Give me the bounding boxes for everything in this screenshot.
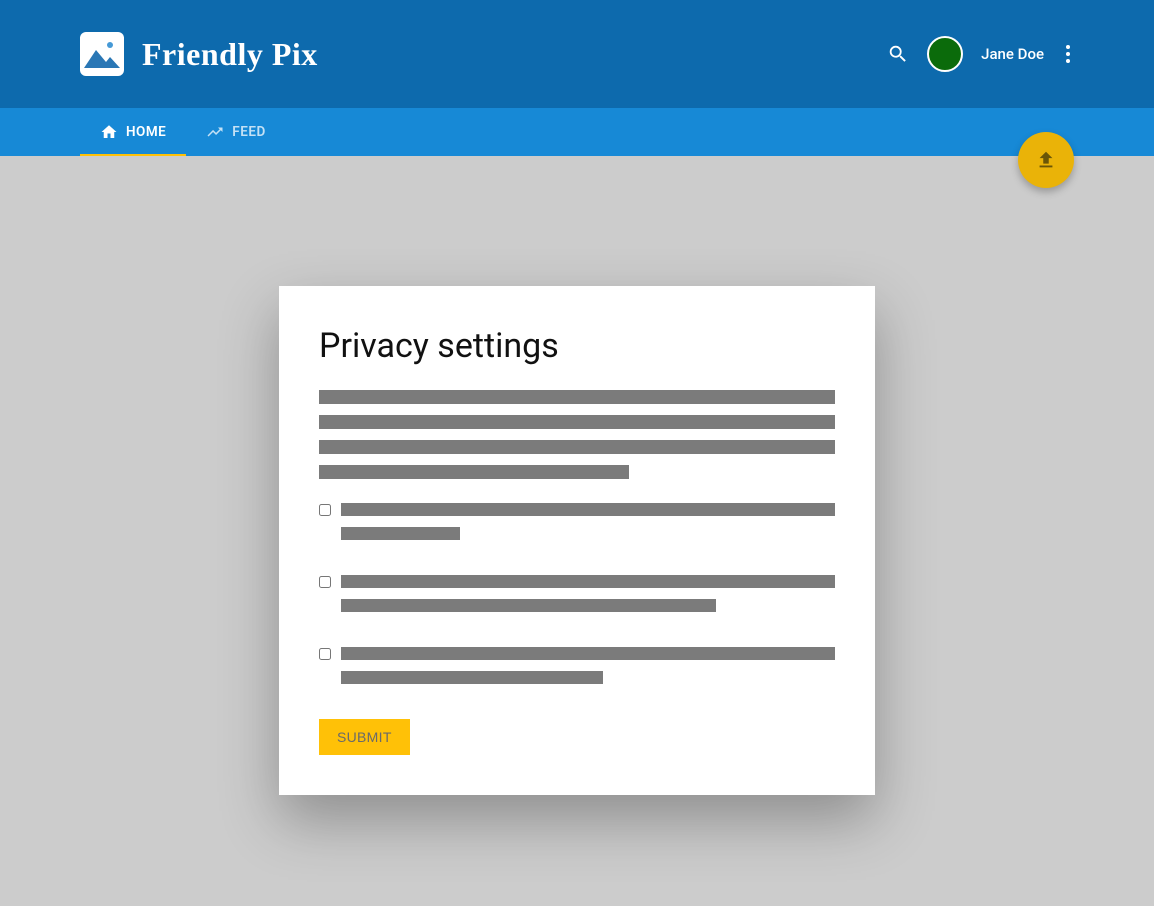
- tab-home[interactable]: HOME: [80, 108, 186, 156]
- header-right: Jane Doe: [887, 36, 1074, 72]
- tab-bar: HOME FEED: [0, 108, 1154, 156]
- tab-label: FEED: [232, 124, 265, 140]
- card-title: Privacy settings: [319, 326, 835, 366]
- upload-icon: [1035, 149, 1057, 171]
- logo-area: Friendly Pix: [80, 32, 318, 76]
- trending-icon: [206, 123, 224, 141]
- submit-button[interactable]: SUBMIT: [319, 719, 410, 755]
- app-title: Friendly Pix: [142, 36, 318, 73]
- privacy-checkbox-2[interactable]: [319, 576, 331, 588]
- privacy-description: [319, 390, 835, 479]
- privacy-option-3-text: [341, 647, 835, 695]
- privacy-option-2-text: [341, 575, 835, 623]
- username-label: Jane Doe: [981, 45, 1044, 63]
- search-icon[interactable]: [887, 43, 909, 65]
- tab-label: HOME: [126, 124, 166, 140]
- home-icon: [100, 123, 118, 141]
- privacy-checkbox-3[interactable]: [319, 648, 331, 660]
- privacy-option-1: [319, 503, 835, 551]
- app-header: Friendly Pix Jane Doe: [0, 0, 1154, 108]
- main-content: Privacy settings: [0, 156, 1154, 795]
- upload-fab[interactable]: [1018, 132, 1074, 188]
- privacy-option-1-text: [341, 503, 835, 551]
- more-menu-icon[interactable]: [1062, 41, 1074, 67]
- app-logo-icon: [80, 32, 124, 76]
- tab-feed[interactable]: FEED: [186, 108, 285, 156]
- privacy-option-2: [319, 575, 835, 623]
- user-avatar[interactable]: [927, 36, 963, 72]
- privacy-option-3: [319, 647, 835, 695]
- privacy-checkbox-1[interactable]: [319, 504, 331, 516]
- privacy-settings-card: Privacy settings: [279, 286, 875, 795]
